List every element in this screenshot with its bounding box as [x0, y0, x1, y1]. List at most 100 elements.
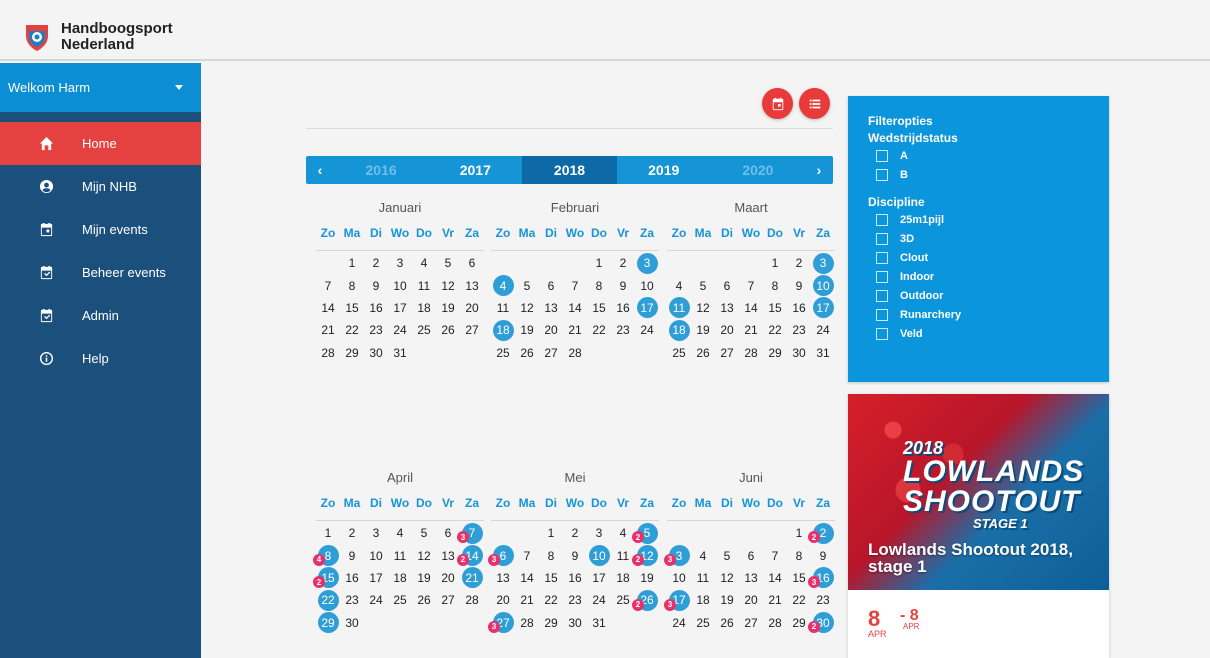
discipline-option-indoor[interactable]: Indoor [868, 267, 1109, 286]
event-day[interactable]: 36 [488, 544, 515, 567]
weekday-label: Ma [518, 226, 536, 240]
day-number: 3 [396, 256, 404, 271]
event-day[interactable]: 17 [811, 297, 835, 319]
event-day[interactable]: 18 [491, 319, 515, 342]
checkbox[interactable] [876, 327, 888, 340]
event-day[interactable]: 22 [808, 522, 835, 545]
day-number: 17 [816, 300, 830, 315]
event-day[interactable]: 2 30 [808, 612, 835, 634]
event-card[interactable]: 2018 LOWLANDS SHOOTOUT STAGE 1 Lowlands … [848, 394, 1109, 658]
brand-name[interactable]: Handboogsport Nederland [61, 21, 173, 53]
calendar-day: 13 [436, 544, 460, 566]
year-2019[interactable]: 2019 [617, 156, 711, 184]
checkbox[interactable] [876, 289, 888, 302]
discipline-option-clout[interactable]: Clout [868, 248, 1109, 267]
event-day[interactable]: 10 [587, 544, 611, 567]
prev-year-chevron-icon[interactable]: ‹ [306, 156, 334, 184]
event-day[interactable]: 2 14 [457, 544, 484, 567]
weekday-label: Do [767, 496, 783, 510]
sidebar-item-mijn-nhb[interactable]: Mijn NHB [0, 165, 201, 208]
nhb-logo-icon[interactable] [22, 22, 52, 52]
day-number: 2 [372, 256, 380, 271]
checkbox[interactable] [876, 149, 888, 162]
event-count-badge: 2 [313, 576, 325, 589]
discipline-option-3d[interactable]: 3D [868, 229, 1109, 248]
checkbox[interactable] [876, 232, 888, 245]
empty-day [691, 252, 715, 274]
event-day[interactable]: 3 16 [808, 567, 835, 589]
event-day[interactable]: 17 [635, 297, 659, 319]
year-2016[interactable]: 2016 [334, 156, 428, 184]
day-number: 16 [792, 300, 806, 315]
event-day[interactable]: 22 [316, 589, 340, 612]
discipline-option-25m1pijl[interactable]: 25m1pijl [868, 210, 1109, 229]
event-count-badge: 3 [664, 598, 676, 611]
event-day[interactable]: 33 [664, 544, 691, 567]
status-option-a[interactable]: A [868, 146, 1109, 165]
weekday-label: Do [767, 226, 783, 240]
day-number: 1 [324, 526, 332, 541]
event-logo: 2018 LOWLANDS SHOOTOUT STAGE 1 [903, 439, 1084, 530]
event-day[interactable]: 3 27 [488, 612, 515, 634]
calendar-view-button[interactable] [762, 88, 793, 119]
weekday-label: Vr [441, 496, 454, 510]
event-day[interactable]: 37 [457, 522, 484, 545]
sidebar-item-home[interactable]: Home [0, 122, 201, 165]
event-count-badge: 4 [313, 553, 325, 566]
calendar-day: 24 [811, 319, 835, 341]
checkbox[interactable] [876, 213, 888, 226]
sidebar-item-help[interactable]: Help [0, 337, 201, 380]
day-number: 11 [417, 278, 431, 293]
empty-day [515, 252, 539, 274]
event-day[interactable]: 48 [313, 544, 340, 567]
day-number: 17 [592, 570, 606, 585]
year-2018[interactable]: 2018 [522, 156, 617, 184]
checkbox[interactable] [876, 308, 888, 321]
calendar-day: 9 [563, 544, 587, 566]
event-day[interactable]: 3 [811, 252, 835, 275]
option-label: Veld [900, 327, 923, 340]
sidebar-item-beheer-events[interactable]: Beheer events [0, 251, 201, 294]
event-day[interactable]: 2 15 [313, 567, 340, 589]
list-view-button[interactable] [799, 88, 830, 119]
day-number: 8 [547, 548, 555, 563]
event-day[interactable]: 2 26 [632, 589, 659, 612]
year-2017[interactable]: 2017 [428, 156, 522, 184]
day-number: 26 [720, 615, 734, 630]
discipline-option-veld[interactable]: Veld [868, 324, 1109, 343]
checkbox[interactable] [876, 270, 888, 283]
event-day[interactable]: 10 [811, 274, 835, 297]
event-day[interactable]: 2 12 [632, 544, 659, 567]
day-number: 10 [640, 278, 654, 293]
calendar-day: 15 [340, 297, 364, 319]
day-grid: 1 2 3 4 5 6 3 7 4 8 9 10 11 12 13 2 14 2 15 16 17 18 19 20 21 22 2… [313, 522, 484, 634]
next-year-chevron-icon[interactable]: › [805, 156, 833, 184]
day-number: 24 [369, 593, 383, 608]
checkbox[interactable] [876, 168, 888, 181]
event-day[interactable]: 3 [635, 252, 659, 275]
sidebar-item-admin[interactable]: Admin [0, 294, 201, 337]
day-number: 5 [699, 278, 707, 293]
calendar-icon [0, 222, 82, 237]
discipline-option-runarchery[interactable]: Runarchery [868, 305, 1109, 324]
calendar-day: 13 [739, 567, 763, 589]
event-day[interactable]: 11 [667, 297, 691, 319]
year-2020[interactable]: 2020 [711, 156, 805, 184]
discipline-option-outdoor[interactable]: Outdoor [868, 286, 1109, 305]
event-day[interactable]: 25 [632, 522, 659, 545]
event-title[interactable]: Lowlands Shootout 2018, stage 1 [868, 541, 1103, 575]
sidebar-item-mijn-events[interactable]: Mijn events [0, 208, 201, 251]
user-menu[interactable]: Welkom Harm [0, 63, 201, 112]
status-option-b[interactable]: B [868, 165, 1109, 184]
event-day[interactable]: 29 [316, 612, 340, 634]
weekday-header: Zo Ma Di Wo Do Vr Za [667, 226, 835, 242]
day-number: 4 [499, 278, 507, 293]
filter-panel: Filteropties Wedstrijdstatus AB Discipli… [848, 96, 1109, 382]
calendar-day: 25 [412, 319, 436, 341]
event-day[interactable]: 21 [460, 567, 484, 589]
checkbox[interactable] [876, 251, 888, 264]
day-number: 23 [616, 323, 630, 338]
event-day[interactable]: 18 [667, 319, 691, 342]
event-day[interactable]: 3 17 [664, 589, 691, 612]
event-day[interactable]: 4 [491, 274, 515, 297]
